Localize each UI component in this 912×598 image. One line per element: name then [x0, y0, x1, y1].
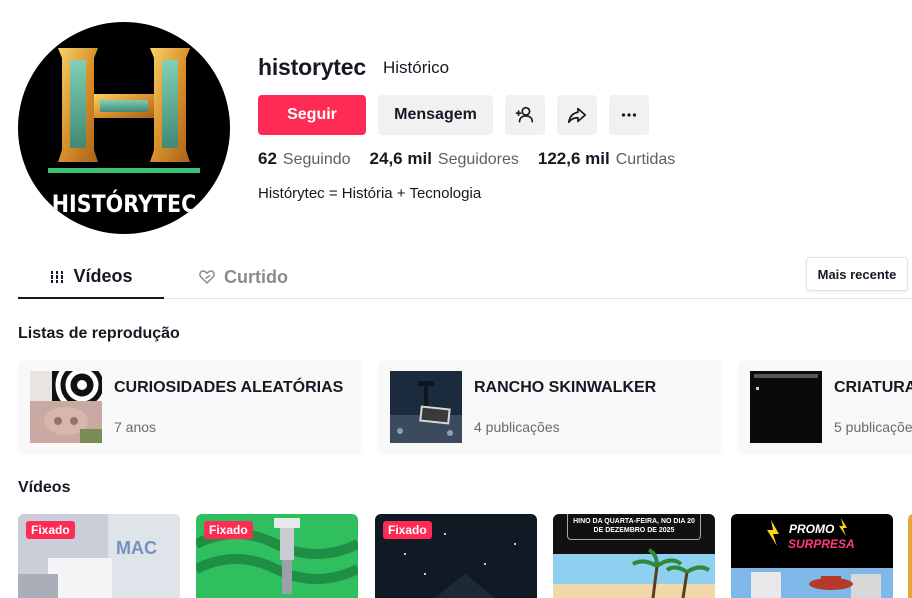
- playlist-title: CRIATURAS: [834, 379, 912, 396]
- heart-eye-off-icon: [199, 270, 215, 285]
- stat-followers-label: Seguidores: [437, 151, 519, 168]
- grid-bars-icon: [50, 270, 65, 283]
- follow-button[interactable]: Seguir: [258, 95, 366, 135]
- promo-title: PROMO: [789, 522, 835, 536]
- playlist-card[interactable]: CURIOSIDADES ALEATÓRIAS 7 anos: [18, 360, 362, 454]
- playlist-title: RANCHO SKINWALKER: [474, 379, 657, 396]
- profile-nickname: Histórico: [383, 58, 450, 77]
- playlist-subtitle: 7 anos: [114, 419, 157, 435]
- video-card[interactable]: Fixado: [196, 514, 358, 598]
- stat-likes-label: Curtidas: [615, 151, 676, 168]
- more-options-button[interactable]: [609, 95, 649, 135]
- avatar-brand-text: HISTÓRYTEC: [51, 190, 197, 218]
- video-card-partial[interactable]: [908, 514, 912, 598]
- stat-likes: 122,6 mil Curtidas: [538, 149, 675, 169]
- playlist-card[interactable]: RANCHO SKINWALKER 4 publicações: [378, 360, 722, 454]
- video-card[interactable]: PROMO SURPRESA: [731, 514, 893, 598]
- promo-subtitle: SURPRESA: [788, 537, 855, 551]
- playlist-title: CURIOSIDADES ALEATÓRIAS: [114, 379, 344, 396]
- playlist-thumbnail: [390, 371, 462, 443]
- profile-avatar[interactable]: HISTÓRYTEC: [18, 22, 230, 234]
- playlist-subtitle: 5 publicações: [834, 419, 912, 435]
- stat-followers[interactable]: 24,6 mil Seguidores: [370, 149, 519, 169]
- profile-bio: Histórytec = História + Tecnologia: [258, 185, 482, 202]
- tab-videos-label: Vídeos: [73, 266, 133, 286]
- share-icon: [567, 107, 587, 124]
- pinned-badge: Fixado: [204, 521, 253, 539]
- pinned-badge: Fixado: [26, 521, 75, 539]
- stat-followers-value: 24,6 mil: [369, 149, 432, 168]
- tab-videos[interactable]: Vídeos: [18, 256, 164, 299]
- share-button[interactable]: [557, 95, 597, 135]
- playlist-card[interactable]: CRIATURAS 5 publicações: [738, 360, 912, 454]
- suggested-accounts-button[interactable]: [505, 95, 545, 135]
- profile-username: historytec: [258, 54, 366, 80]
- stat-likes-value: 122,6 mil: [537, 149, 610, 168]
- profile-tabs: Vídeos Curtido: [18, 256, 912, 299]
- sort-latest-button[interactable]: Mais recente: [806, 257, 908, 291]
- more-dots-icon: [621, 113, 637, 117]
- playlists-heading: Listas de reprodução: [18, 325, 180, 342]
- stat-following[interactable]: 62 Seguindo: [258, 149, 351, 169]
- message-button[interactable]: Mensagem: [378, 95, 493, 135]
- video-caption: HINO DA QUARTA-FEIRA, NO DIA 20 DE DEZEM…: [567, 514, 701, 540]
- video-card[interactable]: HINO DA QUARTA-FEIRA, NO DIA 20 DE DEZEM…: [553, 514, 715, 598]
- playlist-thumbnail: [750, 371, 822, 443]
- pinned-badge: Fixado: [383, 521, 432, 539]
- tab-liked[interactable]: Curtido: [198, 256, 288, 298]
- playlist-subtitle: 4 publicações: [474, 419, 560, 435]
- tab-liked-label: Curtido: [224, 266, 288, 287]
- video-card[interactable]: MAC Fixado: [18, 514, 180, 598]
- videos-heading: Vídeos: [18, 479, 71, 496]
- profile-stats: 62 Seguindo 24,6 mil Seguidores 122,6 mi…: [258, 149, 694, 169]
- add-user-icon: [515, 106, 534, 123]
- stat-following-label: Seguindo: [282, 151, 351, 168]
- video-card[interactable]: Fixado: [375, 514, 537, 598]
- playlist-thumbnail: [30, 371, 102, 443]
- stat-following-value: 62: [258, 149, 277, 168]
- svg-text:MAC: MAC: [116, 538, 157, 558]
